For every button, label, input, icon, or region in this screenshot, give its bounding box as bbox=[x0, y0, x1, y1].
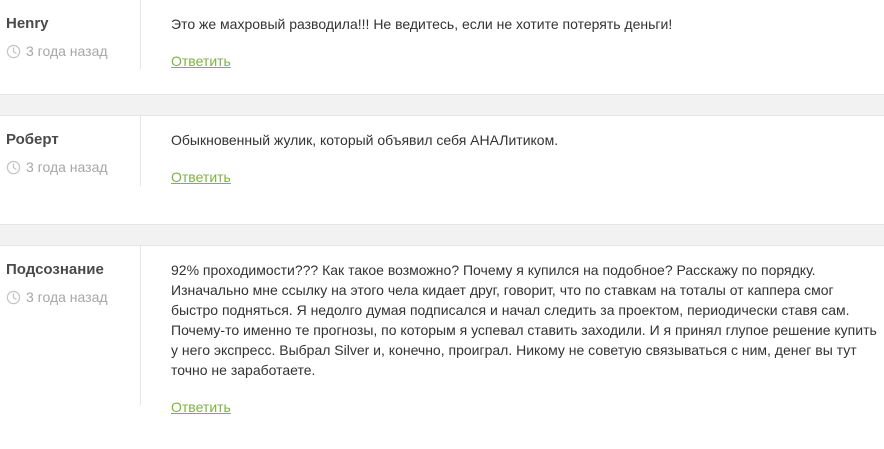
comment-separator bbox=[0, 224, 884, 246]
reply-link[interactable]: Ответить bbox=[171, 51, 231, 71]
comment-item: Роберт 3 года назад Обыкновенный жулик, … bbox=[0, 116, 884, 224]
comment-meta: Henry 3 года назад bbox=[0, 0, 141, 70]
comment-meta: Подсознание 3 года назад bbox=[0, 246, 141, 406]
comment-time: 3 года назад bbox=[6, 158, 140, 176]
comment-item: Henry 3 года назад Это же махровый разво… bbox=[0, 0, 884, 94]
comment-item: Подсознание 3 года назад 92% проходимост… bbox=[0, 246, 884, 449]
comment-time: 3 года назад bbox=[6, 288, 140, 306]
comment-body: Обыкновенный жулик, который объявил себя… bbox=[141, 116, 884, 224]
reply-link[interactable]: Ответить bbox=[171, 397, 231, 417]
comment-author: Подсознание bbox=[6, 261, 104, 278]
comment-time-text: 3 года назад bbox=[26, 289, 108, 305]
comment-time-text: 3 года назад bbox=[26, 43, 108, 59]
comment-meta: Роберт 3 года назад bbox=[0, 116, 141, 186]
comments-list: Henry 3 года назад Это же махровый разво… bbox=[0, 0, 884, 449]
comment-text: Обыкновенный жулик, который объявил себя… bbox=[171, 132, 559, 148]
comment-author: Henry bbox=[6, 15, 49, 32]
comment-author: Роберт bbox=[6, 131, 59, 148]
clock-icon bbox=[6, 44, 21, 58]
comment-time: 3 года назад bbox=[6, 42, 140, 60]
clock-icon bbox=[6, 160, 21, 174]
comment-body: 92% проходимости??? Как такое возможно? … bbox=[141, 246, 884, 449]
comment-time-text: 3 года назад bbox=[26, 159, 108, 175]
comment-text: 92% проходимости??? Как такое возможно? … bbox=[171, 262, 877, 378]
comment-separator bbox=[0, 94, 884, 116]
comment-text: Это же махровый разводила!!! Не ведитесь… bbox=[171, 16, 673, 32]
comment-body: Это же махровый разводила!!! Не ведитесь… bbox=[141, 0, 884, 94]
clock-icon bbox=[6, 290, 21, 304]
reply-link[interactable]: Ответить bbox=[171, 167, 231, 187]
